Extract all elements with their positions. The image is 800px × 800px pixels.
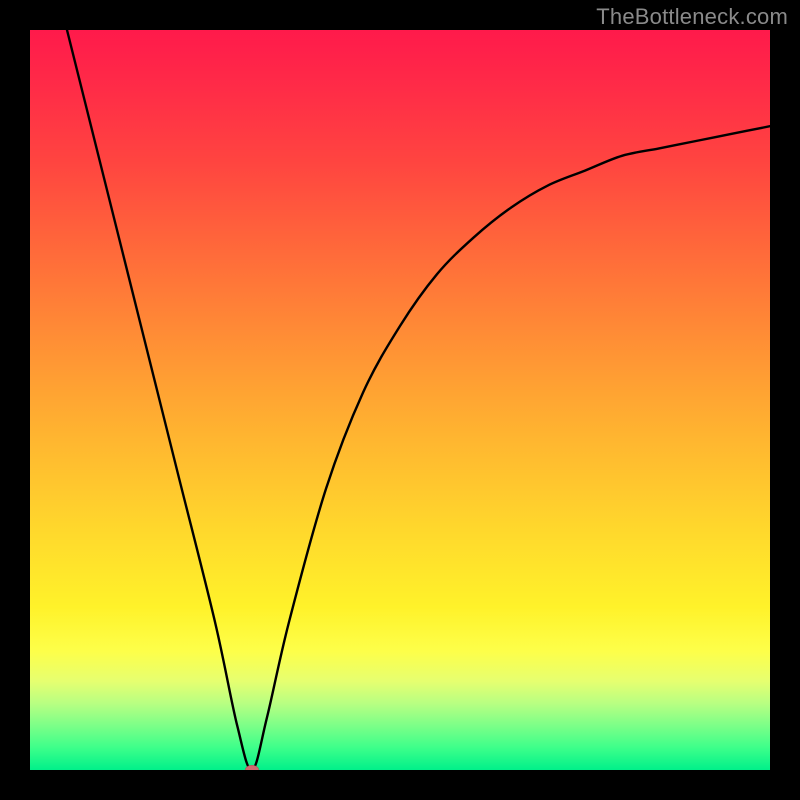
bottleneck-curve (30, 30, 770, 770)
chart-frame: TheBottleneck.com (0, 0, 800, 800)
plot-area (30, 30, 770, 770)
curve-svg (30, 30, 770, 770)
minimum-marker (245, 765, 259, 770)
watermark-text: TheBottleneck.com (596, 4, 788, 30)
